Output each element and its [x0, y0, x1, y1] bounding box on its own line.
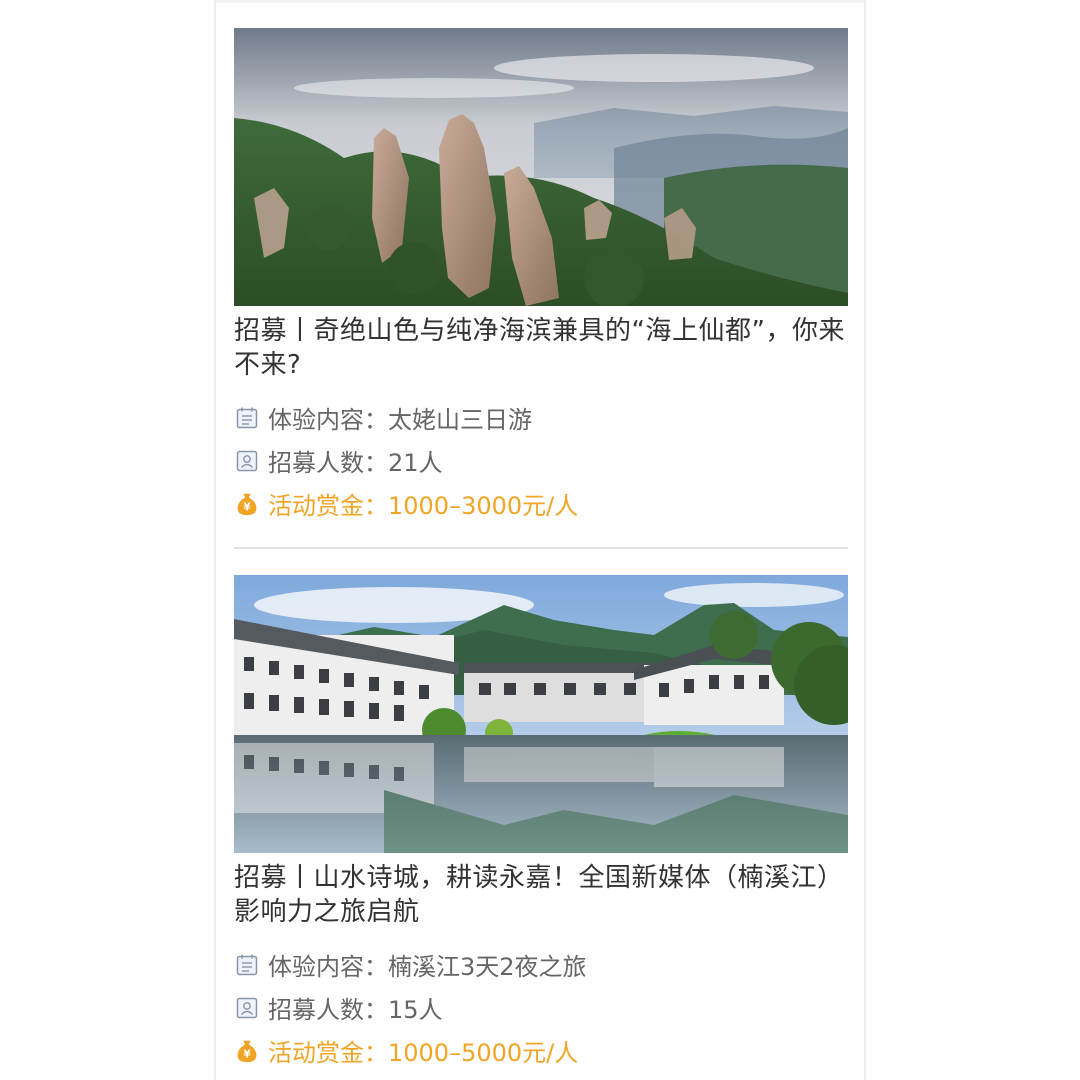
- content-value: 楠溪江3天2夜之旅: [388, 953, 587, 981]
- mountain-landscape-image[interactable]: [234, 28, 848, 306]
- calendar-icon: [234, 952, 260, 978]
- people-row: 招募人数： 15人: [234, 986, 848, 1029]
- person-icon: [234, 448, 260, 474]
- card-divider: [234, 547, 848, 549]
- recruitment-card[interactable]: 招募丨山水诗城，耕读永嘉！全国新媒体（楠溪江）影响力之旅启航 体验内容： 楠溪江…: [234, 575, 848, 1072]
- money-bag-icon: ¥: [234, 491, 260, 517]
- people-label: 招募人数：: [268, 449, 388, 477]
- water-town-image[interactable]: [234, 575, 848, 853]
- content-row: 体验内容： 楠溪江3天2夜之旅: [234, 943, 848, 986]
- content-label: 体验内容：: [268, 953, 388, 981]
- people-value: 21人: [388, 449, 443, 477]
- right-margin: [866, 0, 1080, 1080]
- recruitment-card[interactable]: 招募丨奇绝山色与纯净海滨兼具的“海上仙都”，你来不来? 体验内容： 太姥山三日游…: [234, 28, 848, 525]
- person-icon: [234, 995, 260, 1021]
- reward-label: 活动赏金：: [268, 492, 388, 520]
- top-divider: [216, 0, 864, 3]
- card-title[interactable]: 招募丨奇绝山色与纯净海滨兼具的“海上仙都”，你来不来?: [234, 314, 848, 382]
- calendar-icon: [234, 405, 260, 431]
- recruitment-list: 招募丨奇绝山色与纯净海滨兼具的“海上仙都”，你来不来? 体验内容： 太姥山三日游…: [214, 0, 866, 1080]
- card-meta: 体验内容： 楠溪江3天2夜之旅 招募人数： 15人 ¥ 活动赏金： 1000–5…: [234, 943, 848, 1072]
- people-value: 15人: [388, 996, 443, 1024]
- money-bag-icon: ¥: [234, 1038, 260, 1064]
- people-row: 招募人数： 21人: [234, 439, 848, 482]
- content-label: 体验内容：: [268, 406, 388, 434]
- reward-value: 1000–3000元/人: [388, 492, 579, 520]
- card-title[interactable]: 招募丨山水诗城，耕读永嘉！全国新媒体（楠溪江）影响力之旅启航: [234, 861, 848, 929]
- svg-text:¥: ¥: [243, 502, 250, 513]
- reward-value: 1000–5000元/人: [388, 1039, 579, 1067]
- left-margin: [0, 0, 214, 1080]
- content-row: 体验内容： 太姥山三日游: [234, 396, 848, 439]
- svg-text:¥: ¥: [243, 1049, 250, 1060]
- content-value: 太姥山三日游: [388, 406, 532, 434]
- people-label: 招募人数：: [268, 996, 388, 1024]
- card-meta: 体验内容： 太姥山三日游 招募人数： 21人 ¥ 活动赏金： 1000–3000…: [234, 396, 848, 525]
- reward-row: ¥ 活动赏金： 1000–5000元/人: [234, 1029, 848, 1072]
- reward-label: 活动赏金：: [268, 1039, 388, 1067]
- reward-row: ¥ 活动赏金： 1000–3000元/人: [234, 482, 848, 525]
